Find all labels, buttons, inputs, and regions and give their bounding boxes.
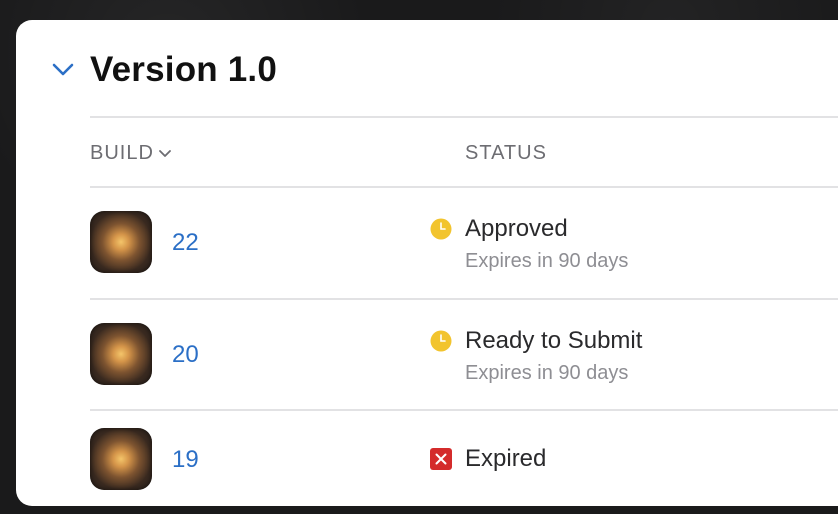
divider [90,186,838,188]
version-section-header[interactable]: Version 1.0 [50,50,277,90]
app-icon [90,428,152,490]
app-icon [90,211,152,273]
build-number-link[interactable]: 20 [172,341,199,369]
clock-icon [430,218,452,240]
divider [90,116,838,118]
background: Version 1.0 BUILD STATUS 22 Approved Exp… [0,0,838,514]
x-mark-icon [430,448,452,470]
build-number-link[interactable]: 22 [172,229,199,257]
build-column-header[interactable]: BUILD [90,142,171,165]
status-label: Expired [465,445,547,472]
divider [90,409,838,411]
clock-icon [430,330,452,352]
table-row[interactable]: 20 Ready to Submit Expires in 90 days [90,322,838,412]
divider [90,298,838,300]
sort-chevron-icon[interactable] [159,141,171,164]
build-number-link[interactable]: 19 [172,446,199,474]
version-title: Version 1.0 [90,50,278,89]
builds-panel: Version 1.0 BUILD STATUS 22 Approved Exp… [16,20,838,506]
table-row[interactable]: 22 Approved Expires in 90 days [90,210,838,300]
build-header-label: BUILD [90,142,154,164]
status-subtext: Expires in 90 days [465,362,629,384]
background-strip [0,506,838,514]
table-row[interactable]: 19 Expired [90,427,838,507]
chevron-down-icon[interactable] [50,57,76,83]
status-column-header: STATUS [465,142,547,164]
status-label: Approved [465,215,568,242]
app-icon [90,323,152,385]
status-subtext: Expires in 90 days [465,250,629,272]
status-label: Ready to Submit [465,327,643,354]
